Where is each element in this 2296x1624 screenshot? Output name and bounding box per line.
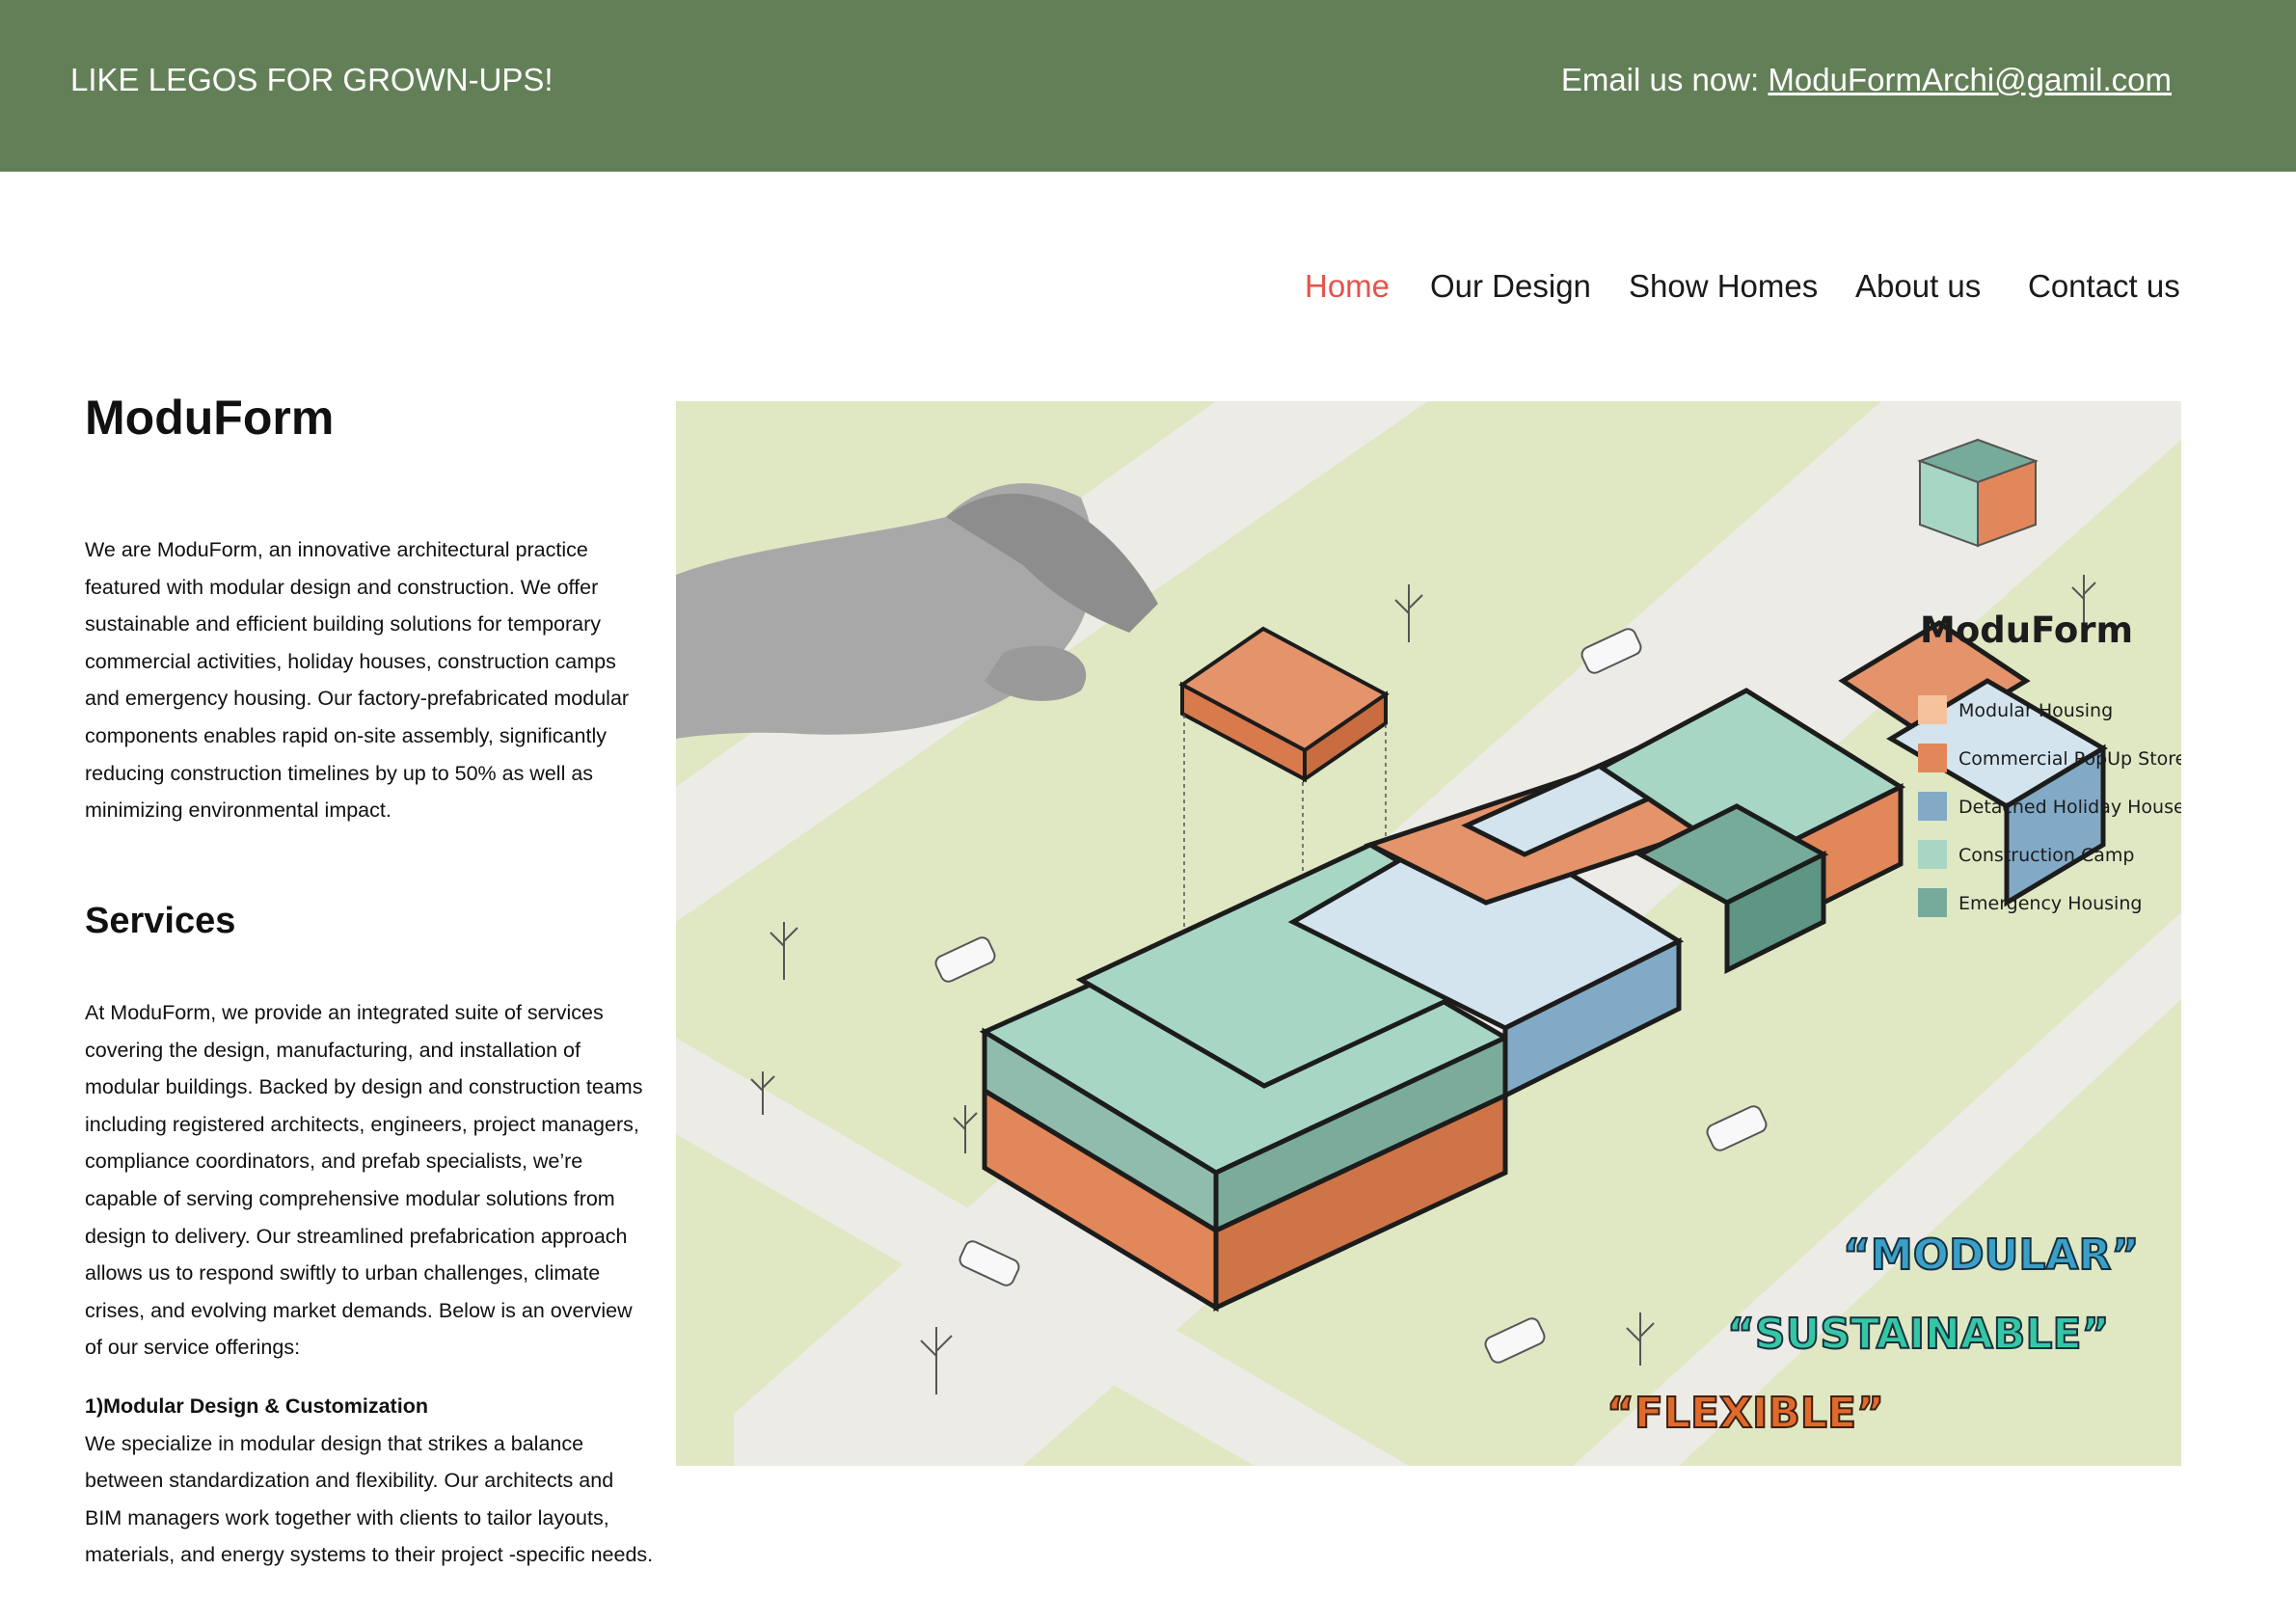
nav-about-us[interactable]: About us <box>1855 268 1981 305</box>
legend-label: Commercial PopUp Store <box>1958 748 2181 770</box>
legend-swatch <box>1918 840 1947 869</box>
nav-home[interactable]: Home <box>1305 268 1390 305</box>
services-intro: At ModuForm, we provide an integrated su… <box>85 1001 643 1360</box>
email-prefix: Email us now: <box>1560 62 1760 97</box>
moduform-logo <box>1917 438 2039 548</box>
email-contact: Email us now: ModuFormArchi@gamil.com <box>1561 62 2172 98</box>
slogan-modular: “MODULAR” <box>1843 1231 2139 1280</box>
page-title: ModuForm <box>85 391 335 445</box>
nav-contact-us[interactable]: Contact us <box>2028 268 2180 305</box>
top-bar: LIKE LEGOS FOR GROWN-UPS! Email us now: … <box>0 0 2296 172</box>
legend-swatch <box>1918 792 1947 821</box>
slogan-flexible: “FLEXIBLE” <box>1607 1389 1884 1438</box>
nav-our-design[interactable]: Our Design <box>1430 268 1591 305</box>
legend-swatch <box>1918 888 1947 917</box>
legend-swatch <box>1918 744 1947 772</box>
service-item: 1)Modular Design & Customization We spec… <box>85 1388 654 1574</box>
legend-swatch <box>1918 695 1947 724</box>
legend-label: Modular Housing <box>1958 700 2113 721</box>
hero-brand: ModuForm <box>1920 609 2133 651</box>
email-link[interactable]: ModuFormArchi@gamil.com <box>1768 62 2172 97</box>
legend-label: Construction Camp <box>1958 845 2135 866</box>
services-heading: Services <box>85 901 236 941</box>
legend-label: Emergency Housing <box>1958 893 2142 914</box>
service-title: 1)Modular Design & Customization <box>85 1394 428 1418</box>
legend-label: Detached Holiday House <box>1958 797 2181 818</box>
service-text: We specialize in modular design that str… <box>85 1431 654 1567</box>
slogan-sustainable: “SUSTAINABLE” <box>1727 1310 2109 1359</box>
hero-illustration: ModuForm Modular Housing Commercial PopUp… <box>676 401 2181 1466</box>
tagline: LIKE LEGOS FOR GROWN-UPS! <box>70 62 554 97</box>
intro-paragraph: We are ModuForm, an innovative architect… <box>85 538 630 823</box>
nav-show-homes[interactable]: Show Homes <box>1629 268 1818 305</box>
